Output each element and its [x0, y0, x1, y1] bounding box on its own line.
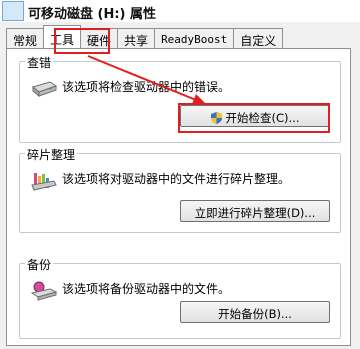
error-check-group: 查错 该选项将检查驱动器中的错误。 开始检查(C)...: [19, 54, 341, 143]
defrag-description: 该选项将对驱动器中的文件进行碎片整理。: [62, 172, 291, 186]
drive-title-icon: [2, 1, 24, 21]
drive-icon: [31, 81, 58, 98]
tools-panel: 查错 该选项将检查驱动器中的错误。 开始检查(C)... 碎片整理 该选项将对驱…: [6, 48, 351, 346]
defrag-icon: [31, 173, 57, 191]
start-backup-button[interactable]: 开始备份(B)...: [180, 301, 330, 323]
defrag-group: 碎片整理 该选项将对驱动器中的文件进行碎片整理。 立即进行碎片整理(D)...: [19, 146, 341, 233]
tab-sharing[interactable]: 共享: [117, 28, 156, 48]
backup-group: 备份 该选项将备份驱动器中的文件。 开始备份(B)...: [19, 256, 341, 339]
backup-description: 该选项将备份驱动器中的文件。: [62, 282, 231, 296]
error-check-title: 查错: [25, 54, 54, 71]
shield-icon: [210, 111, 222, 124]
start-check-button[interactable]: 开始检查(C)...: [180, 105, 330, 127]
title-bar: 可移动磁盘 (H:) 属性: [0, 0, 360, 22]
start-check-label: 开始检查(C)...: [225, 110, 300, 125]
backup-icon: [30, 281, 58, 301]
error-check-description: 该选项将检查驱动器中的错误。: [62, 80, 231, 94]
backup-title: 备份: [25, 256, 54, 273]
tab-hardware[interactable]: 硬件: [80, 28, 119, 48]
tab-general[interactable]: 常规: [6, 28, 45, 48]
properties-dialog: 常规 工具 硬件 共享 ReadyBoost 自定义 查错 该选项将检查驱动器中…: [0, 22, 360, 349]
defrag-now-button[interactable]: 立即进行碎片整理(D)...: [180, 200, 330, 222]
tab-strip: 常规 工具 硬件 共享 ReadyBoost 自定义: [6, 25, 284, 48]
defrag-title: 碎片整理: [25, 146, 78, 163]
tab-tools[interactable]: 工具: [43, 25, 82, 48]
window-title: 可移动磁盘 (H:) 属性: [28, 7, 157, 22]
tab-customize[interactable]: 自定义: [233, 28, 284, 48]
tab-readyboost[interactable]: ReadyBoost: [154, 28, 235, 48]
